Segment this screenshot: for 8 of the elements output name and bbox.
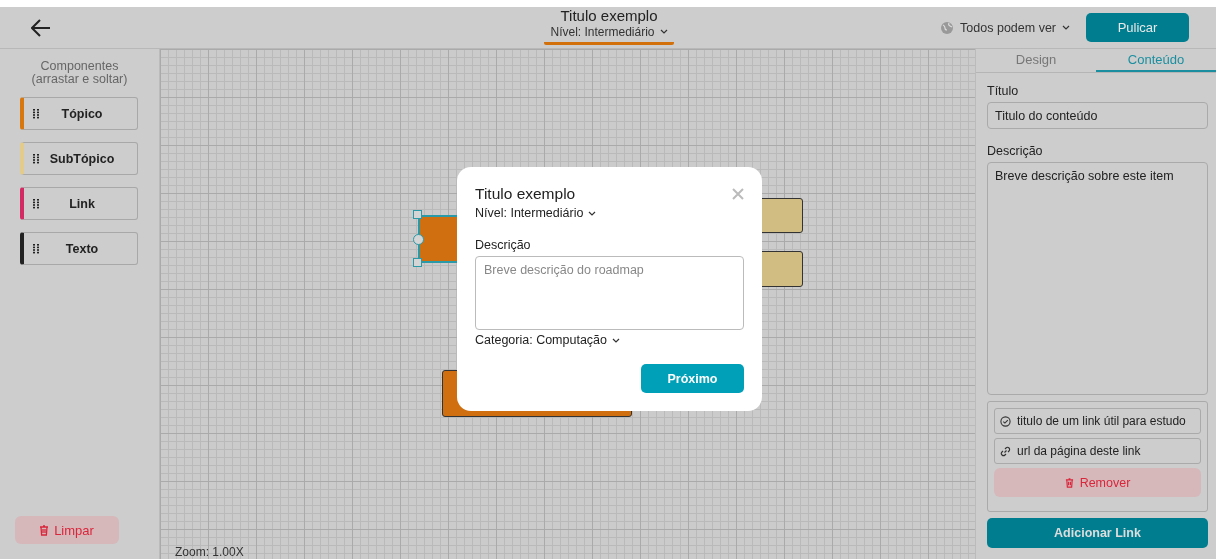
description-label: Descrição: [987, 144, 1044, 159]
sidebar-subheading: (arrastar e soltar): [31, 73, 128, 86]
roadmap-title: Titulo exemplo: [560, 7, 658, 24]
sidebar-heading: Componentes: [40, 60, 119, 73]
title-label: Título: [987, 84, 1020, 99]
dialog-title: Titulo exemplo: [475, 185, 576, 203]
zoom-level: Zoom: 1.00X: [175, 545, 244, 559]
description-label: Descrição: [475, 238, 532, 253]
